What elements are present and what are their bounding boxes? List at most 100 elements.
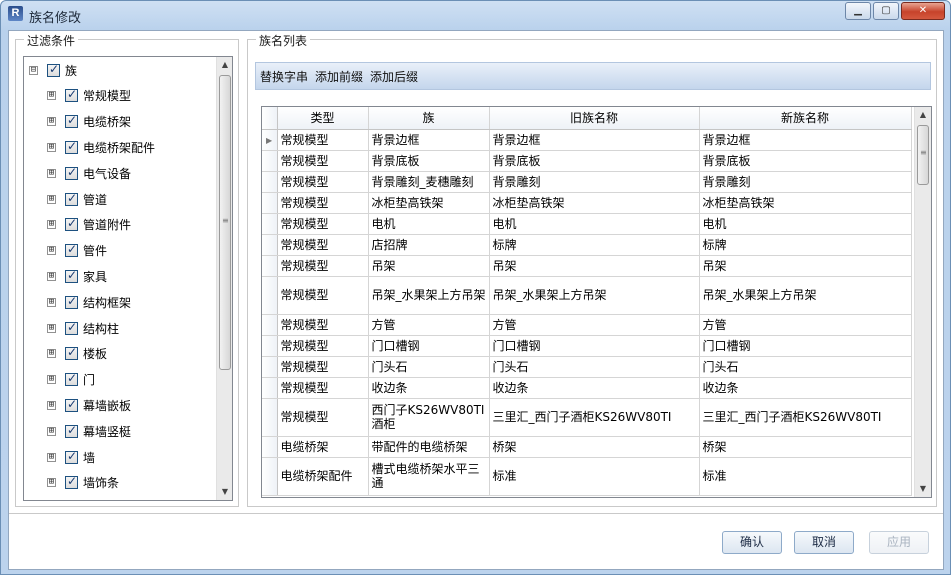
tree-node[interactable]: ⊞ 结构柱 xyxy=(47,317,119,339)
table-row[interactable]: 常规模型 电机 电机 电机 xyxy=(262,213,912,235)
cell-family[interactable]: 方管 xyxy=(368,314,490,336)
cell-old-name[interactable]: 背景底板 xyxy=(489,150,700,172)
collapse-icon[interactable]: ⊟ xyxy=(29,65,38,75)
tree-node[interactable]: ⊞ 管件 xyxy=(47,240,107,262)
cell-old-name[interactable]: 标准 xyxy=(489,457,700,496)
column-header-type[interactable]: 类型 xyxy=(277,107,369,130)
cell-new-name[interactable]: 背景底板 xyxy=(699,150,912,172)
cell-type[interactable]: 常规模型 xyxy=(277,314,369,336)
table-row[interactable]: ▶ 常规模型 背景边框 背景边框 背景边框 xyxy=(262,129,912,151)
cell-type[interactable]: 常规模型 xyxy=(277,234,369,256)
scroll-up-icon[interactable]: ▲ xyxy=(217,57,232,73)
row-header[interactable] xyxy=(262,436,278,458)
apply-button[interactable]: 应用 xyxy=(869,531,929,554)
cell-type[interactable]: 常规模型 xyxy=(277,276,369,315)
table-row[interactable]: 常规模型 门口槽钢 门口槽钢 门口槽钢 xyxy=(262,335,912,357)
cell-family[interactable]: 店招牌 xyxy=(368,234,490,256)
tree-node[interactable]: ⊞ 常规模型 xyxy=(47,85,131,107)
tree-scroll-thumb[interactable]: ≡ xyxy=(219,75,231,370)
expand-icon[interactable]: ⊞ xyxy=(47,400,56,410)
cell-family[interactable]: 吊架 xyxy=(368,255,490,277)
cell-new-name[interactable]: 背景边框 xyxy=(699,129,912,151)
tree-node[interactable]: ⊞ 电缆桥架 xyxy=(47,111,131,133)
cell-type[interactable]: 常规模型 xyxy=(277,377,369,399)
cell-new-name[interactable]: 桥架 xyxy=(699,436,912,458)
cell-type[interactable]: 常规模型 xyxy=(277,213,369,235)
tree-node[interactable]: ⊞门 xyxy=(47,369,95,391)
cell-old-name[interactable]: 背景雕刻 xyxy=(489,171,700,193)
add-suffix-button[interactable]: 添加后缀 xyxy=(370,68,418,85)
column-header-family[interactable]: 族 xyxy=(368,107,490,130)
cell-new-name[interactable]: 标准 xyxy=(699,457,912,496)
checkbox[interactable] xyxy=(65,268,78,283)
cell-new-name[interactable]: 门头石 xyxy=(699,356,912,378)
expand-icon[interactable]: ⊞ xyxy=(47,478,56,488)
cell-old-name[interactable]: 电机 xyxy=(489,213,700,235)
expand-icon[interactable]: ⊞ xyxy=(47,91,56,101)
cell-family[interactable]: 带配件的电缆桥架 xyxy=(368,436,490,458)
cell-old-name[interactable]: 三里汇_西门子酒柜KS26WV80TI xyxy=(489,398,700,437)
table-row[interactable]: 电缆桥架 带配件的电缆桥架 桥架 桥架 xyxy=(262,436,912,458)
cell-type[interactable]: 常规模型 xyxy=(277,398,369,437)
tree-node[interactable]: ⊞ 结构框架 xyxy=(47,291,131,313)
checkbox[interactable] xyxy=(65,139,78,154)
cell-old-name[interactable]: 门头石 xyxy=(489,356,700,378)
cell-family[interactable]: 冰柜垫高铁架 xyxy=(368,192,490,214)
expand-icon[interactable]: ⊞ xyxy=(47,194,56,204)
checkbox[interactable] xyxy=(65,216,78,232)
cell-type[interactable]: 常规模型 xyxy=(277,356,369,378)
cell-new-name[interactable]: 电机 xyxy=(699,213,912,235)
row-header[interactable] xyxy=(262,255,278,277)
row-header[interactable] xyxy=(262,192,278,214)
cell-new-name[interactable]: 门口槽钢 xyxy=(699,335,912,357)
table-row[interactable]: 常规模型 门头石 门头石 门头石 xyxy=(262,356,912,378)
cell-type[interactable]: 电缆桥架 xyxy=(277,436,369,458)
cell-old-name[interactable]: 标牌 xyxy=(489,234,700,256)
cell-old-name[interactable]: 桥架 xyxy=(489,436,700,458)
add-prefix-button[interactable]: 添加前缀 xyxy=(315,68,363,85)
tree-node[interactable]: ⊞ 管道 xyxy=(47,188,107,210)
checkbox[interactable] xyxy=(65,87,78,103)
checkbox[interactable] xyxy=(65,242,78,258)
cell-family[interactable]: 槽式电缆桥架水平三通 xyxy=(368,457,490,496)
row-header[interactable]: ▶ xyxy=(262,129,278,151)
tree-node[interactable]: ⊞ 电缆桥架配件 xyxy=(47,136,155,158)
tree-node[interactable]: ⊞ 幕墙竖梃 xyxy=(47,420,131,442)
expand-icon[interactable]: ⊞ xyxy=(47,168,56,178)
expand-icon[interactable]: ⊞ xyxy=(47,426,56,436)
cell-new-name[interactable]: 三里汇_西门子酒柜KS26WV80TI xyxy=(699,398,912,437)
cell-type[interactable]: 常规模型 xyxy=(277,192,369,214)
filter-tree[interactable]: ⊟族⊞常规模型⊞电缆桥架⊞电缆桥架配件⊞电气设备⊞管道⊞管道附件⊞管件⊞家具⊞结… xyxy=(23,56,233,501)
expand-icon[interactable]: ⊞ xyxy=(47,142,56,152)
cell-family[interactable]: 西门子KS26WV80TI酒柜 xyxy=(368,398,490,437)
replace-string-button[interactable]: 替换字串 xyxy=(260,68,308,85)
tree-node[interactable]: ⊞ 电气设备 xyxy=(47,162,131,184)
cell-family[interactable]: 吊架_水果架上方吊架 xyxy=(368,276,490,315)
checkbox[interactable] xyxy=(47,62,60,77)
row-header[interactable] xyxy=(262,457,278,496)
checkbox[interactable] xyxy=(65,320,78,335)
checkbox[interactable] xyxy=(65,423,78,438)
row-header[interactable] xyxy=(262,234,278,256)
tree-node[interactable]: ⊞ 管道附件 xyxy=(47,214,131,236)
table-row[interactable]: 常规模型 吊架_水果架上方吊架 吊架_水果架上方吊架 吊架_水果架上方吊架 xyxy=(262,276,912,315)
row-header[interactable] xyxy=(262,398,278,437)
cell-old-name[interactable]: 吊架 xyxy=(489,255,700,277)
cell-new-name[interactable]: 标牌 xyxy=(699,234,912,256)
cell-family[interactable]: 电机 xyxy=(368,213,490,235)
expand-icon[interactable]: ⊞ xyxy=(47,375,56,385)
cell-family[interactable]: 背景底板 xyxy=(368,150,490,172)
table-row[interactable]: 电缆桥架配件 槽式电缆桥架水平三通 标准 标准 xyxy=(262,457,912,496)
expand-icon[interactable]: ⊞ xyxy=(47,297,56,307)
cell-new-name[interactable]: 方管 xyxy=(699,314,912,336)
tree-node[interactable]: ⊞ 楼板 xyxy=(47,343,107,365)
cancel-button[interactable]: 取消 xyxy=(794,531,854,554)
cell-new-name[interactable]: 收边条 xyxy=(699,377,912,399)
row-header[interactable] xyxy=(262,213,278,235)
tree-node-root[interactable]: ⊟族 xyxy=(29,59,77,81)
cell-old-name[interactable]: 收边条 xyxy=(489,377,700,399)
checkbox[interactable] xyxy=(65,345,78,361)
expand-icon[interactable]: ⊞ xyxy=(47,323,56,333)
table-row[interactable]: 常规模型 西门子KS26WV80TI酒柜 三里汇_西门子酒柜KS26WV80TI 三里… xyxy=(262,398,912,437)
maximize-button[interactable]: ▢ xyxy=(873,2,899,20)
